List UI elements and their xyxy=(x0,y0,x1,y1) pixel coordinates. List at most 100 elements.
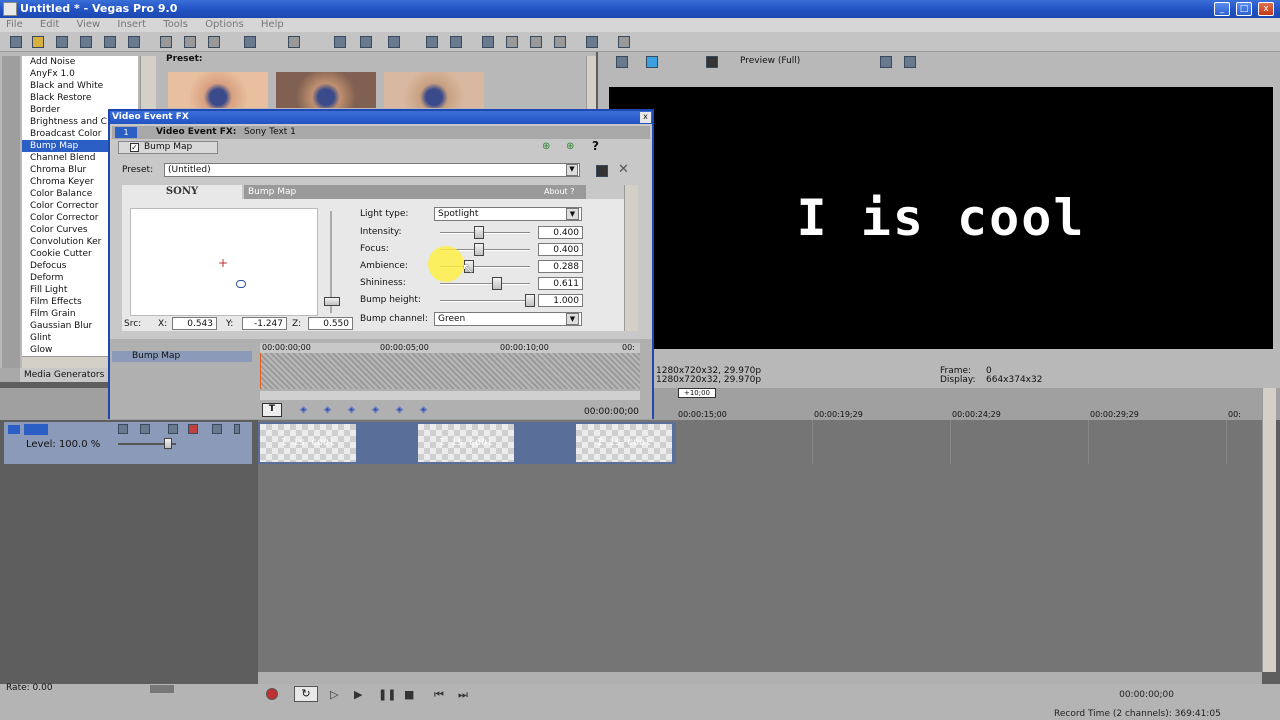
param-select[interactable]: Green xyxy=(434,312,582,326)
save-icon[interactable] xyxy=(56,36,68,48)
plugin-scrollbar[interactable] xyxy=(624,185,638,331)
menu-edit[interactable]: Edit xyxy=(40,19,59,30)
param-value[interactable]: 0.400 xyxy=(538,226,583,239)
menu-insert[interactable]: Insert xyxy=(117,19,146,30)
whats-this-icon[interactable] xyxy=(618,36,630,48)
about-button[interactable]: About ? xyxy=(544,185,574,199)
light-source-marker[interactable] xyxy=(236,280,246,288)
fx-list-item[interactable]: Black Restore xyxy=(22,92,138,104)
param-slider-thumb[interactable] xyxy=(491,277,502,290)
preset-thumbnail-3[interactable] xyxy=(384,72,484,108)
snapping-icon[interactable] xyxy=(334,36,346,48)
chevron-down-icon[interactable]: ▼ xyxy=(566,164,578,176)
menu-help[interactable]: Help xyxy=(261,19,284,30)
loop-playback-icon[interactable]: ↻ xyxy=(294,686,318,702)
src-x-field[interactable]: 0.543 xyxy=(172,317,217,330)
param-slider-thumb[interactable] xyxy=(474,243,484,256)
normal-edit-tool-icon[interactable] xyxy=(482,36,494,48)
menu-tools[interactable]: Tools xyxy=(163,19,188,30)
save-snapshot-icon[interactable] xyxy=(904,56,916,68)
play-from-start-icon[interactable]: ▷ xyxy=(330,688,338,701)
param-slider-thumb[interactable] xyxy=(525,294,535,307)
open-icon[interactable] xyxy=(32,36,44,48)
param-value[interactable]: 0.288 xyxy=(538,260,583,273)
param-value[interactable]: 0.611 xyxy=(538,277,583,290)
fx-list-item[interactable]: AnyFx 1.0 xyxy=(22,68,138,80)
minimize-button[interactable]: _ xyxy=(1214,2,1230,16)
auto-crossfade-icon[interactable] xyxy=(360,36,372,48)
last-keyframe-icon[interactable]: ◈ xyxy=(372,405,379,415)
save-as-icon[interactable] xyxy=(80,36,92,48)
online-help-icon[interactable] xyxy=(586,36,598,48)
light-target-marker[interactable]: + xyxy=(218,256,228,270)
save-preset-icon[interactable] xyxy=(596,165,608,177)
help-icon[interactable]: ? xyxy=(592,139,599,153)
kf-hscrollbar[interactable] xyxy=(260,391,640,400)
param-value[interactable]: 0.400 xyxy=(538,243,583,256)
track-collapse-icon[interactable] xyxy=(8,425,20,434)
track-menu-icon[interactable] xyxy=(234,424,240,434)
prev-keyframe-icon[interactable]: ◈ xyxy=(324,405,331,415)
param-select[interactable]: Spotlight xyxy=(434,207,582,221)
paste-icon[interactable] xyxy=(208,36,220,48)
track-fx-icon[interactable] xyxy=(140,424,150,434)
ignore-grouping-icon[interactable] xyxy=(450,36,462,48)
tab-media-generators[interactable]: Media Generators xyxy=(20,368,110,382)
add-plugin-icon[interactable]: ⊕ xyxy=(566,141,582,152)
render-icon[interactable] xyxy=(104,36,116,48)
rate-slider[interactable] xyxy=(150,685,174,693)
ripple-icon[interactable] xyxy=(388,36,400,48)
src-y-field[interactable]: -1.247 xyxy=(242,317,287,330)
menu-view[interactable]: View xyxy=(76,19,100,30)
create-keyframe-icon[interactable]: ◈ xyxy=(396,405,403,415)
cut-icon[interactable] xyxy=(160,36,172,48)
dock-grip[interactable] xyxy=(2,56,20,368)
plugin-enable-checkbox[interactable]: ✓ xyxy=(130,143,139,152)
copy-snapshot-icon[interactable] xyxy=(880,56,892,68)
maximize-button[interactable]: □ xyxy=(1236,2,1252,16)
preview-quality-dropdown[interactable]: Preview (Full) xyxy=(740,56,800,66)
preset-dropdown[interactable]: (Untitled) xyxy=(164,163,580,177)
selection-tool-icon[interactable] xyxy=(530,36,542,48)
chevron-down-icon[interactable]: ▼ xyxy=(566,208,579,220)
keyframe-lane[interactable] xyxy=(260,353,640,389)
solo-icon[interactable] xyxy=(212,424,222,434)
first-keyframe-icon[interactable]: ◈ xyxy=(300,405,307,415)
preset-thumbnail-1[interactable] xyxy=(168,72,268,108)
param-slider[interactable] xyxy=(440,232,530,234)
next-keyframe-icon[interactable]: ◈ xyxy=(348,405,355,415)
keyframe-track-label[interactable]: Bump Map xyxy=(112,351,252,362)
close-button[interactable]: x xyxy=(1258,2,1274,16)
stop-icon[interactable]: ■ xyxy=(404,688,414,701)
lock-envelopes-icon[interactable] xyxy=(426,36,438,48)
timeline-hscrollbar[interactable] xyxy=(258,672,1262,684)
param-slider[interactable] xyxy=(440,300,530,302)
undo-icon[interactable] xyxy=(244,36,256,48)
fx-list-item[interactable]: Black and White xyxy=(22,80,138,92)
external-monitor-icon[interactable] xyxy=(646,56,658,68)
menu-options[interactable]: Options xyxy=(205,19,244,30)
plugin-chain-icon[interactable]: ⊕ xyxy=(542,141,558,152)
chevron-down-icon[interactable]: ▼ xyxy=(566,313,579,325)
record-icon[interactable] xyxy=(266,688,278,700)
go-to-end-icon[interactable]: ⏭ xyxy=(458,688,468,702)
menu-file[interactable]: File xyxy=(6,19,23,30)
mute-icon[interactable] xyxy=(188,424,198,434)
fx-list-item[interactable]: Add Noise xyxy=(22,56,138,68)
play-icon[interactable]: ▶ xyxy=(354,688,362,701)
param-slider[interactable] xyxy=(440,283,530,285)
level-slider-thumb[interactable] xyxy=(164,438,172,449)
copy-icon[interactable] xyxy=(184,36,196,48)
preview-properties-icon[interactable] xyxy=(616,56,628,68)
properties-icon[interactable] xyxy=(128,36,140,48)
delete-preset-icon[interactable]: ✕ xyxy=(618,162,629,177)
delete-keyframe-icon[interactable]: ◈ xyxy=(420,405,427,415)
app-icon[interactable] xyxy=(3,2,17,16)
redo-icon[interactable] xyxy=(288,36,300,48)
zoom-tool-icon[interactable] xyxy=(554,36,566,48)
compositing-mode-icon[interactable] xyxy=(168,424,178,434)
dialog-close-button[interactable]: x xyxy=(640,112,651,123)
go-to-start-icon[interactable]: ⏮ xyxy=(434,688,444,702)
new-icon[interactable] xyxy=(10,36,22,48)
z-slider-thumb[interactable] xyxy=(324,297,340,306)
